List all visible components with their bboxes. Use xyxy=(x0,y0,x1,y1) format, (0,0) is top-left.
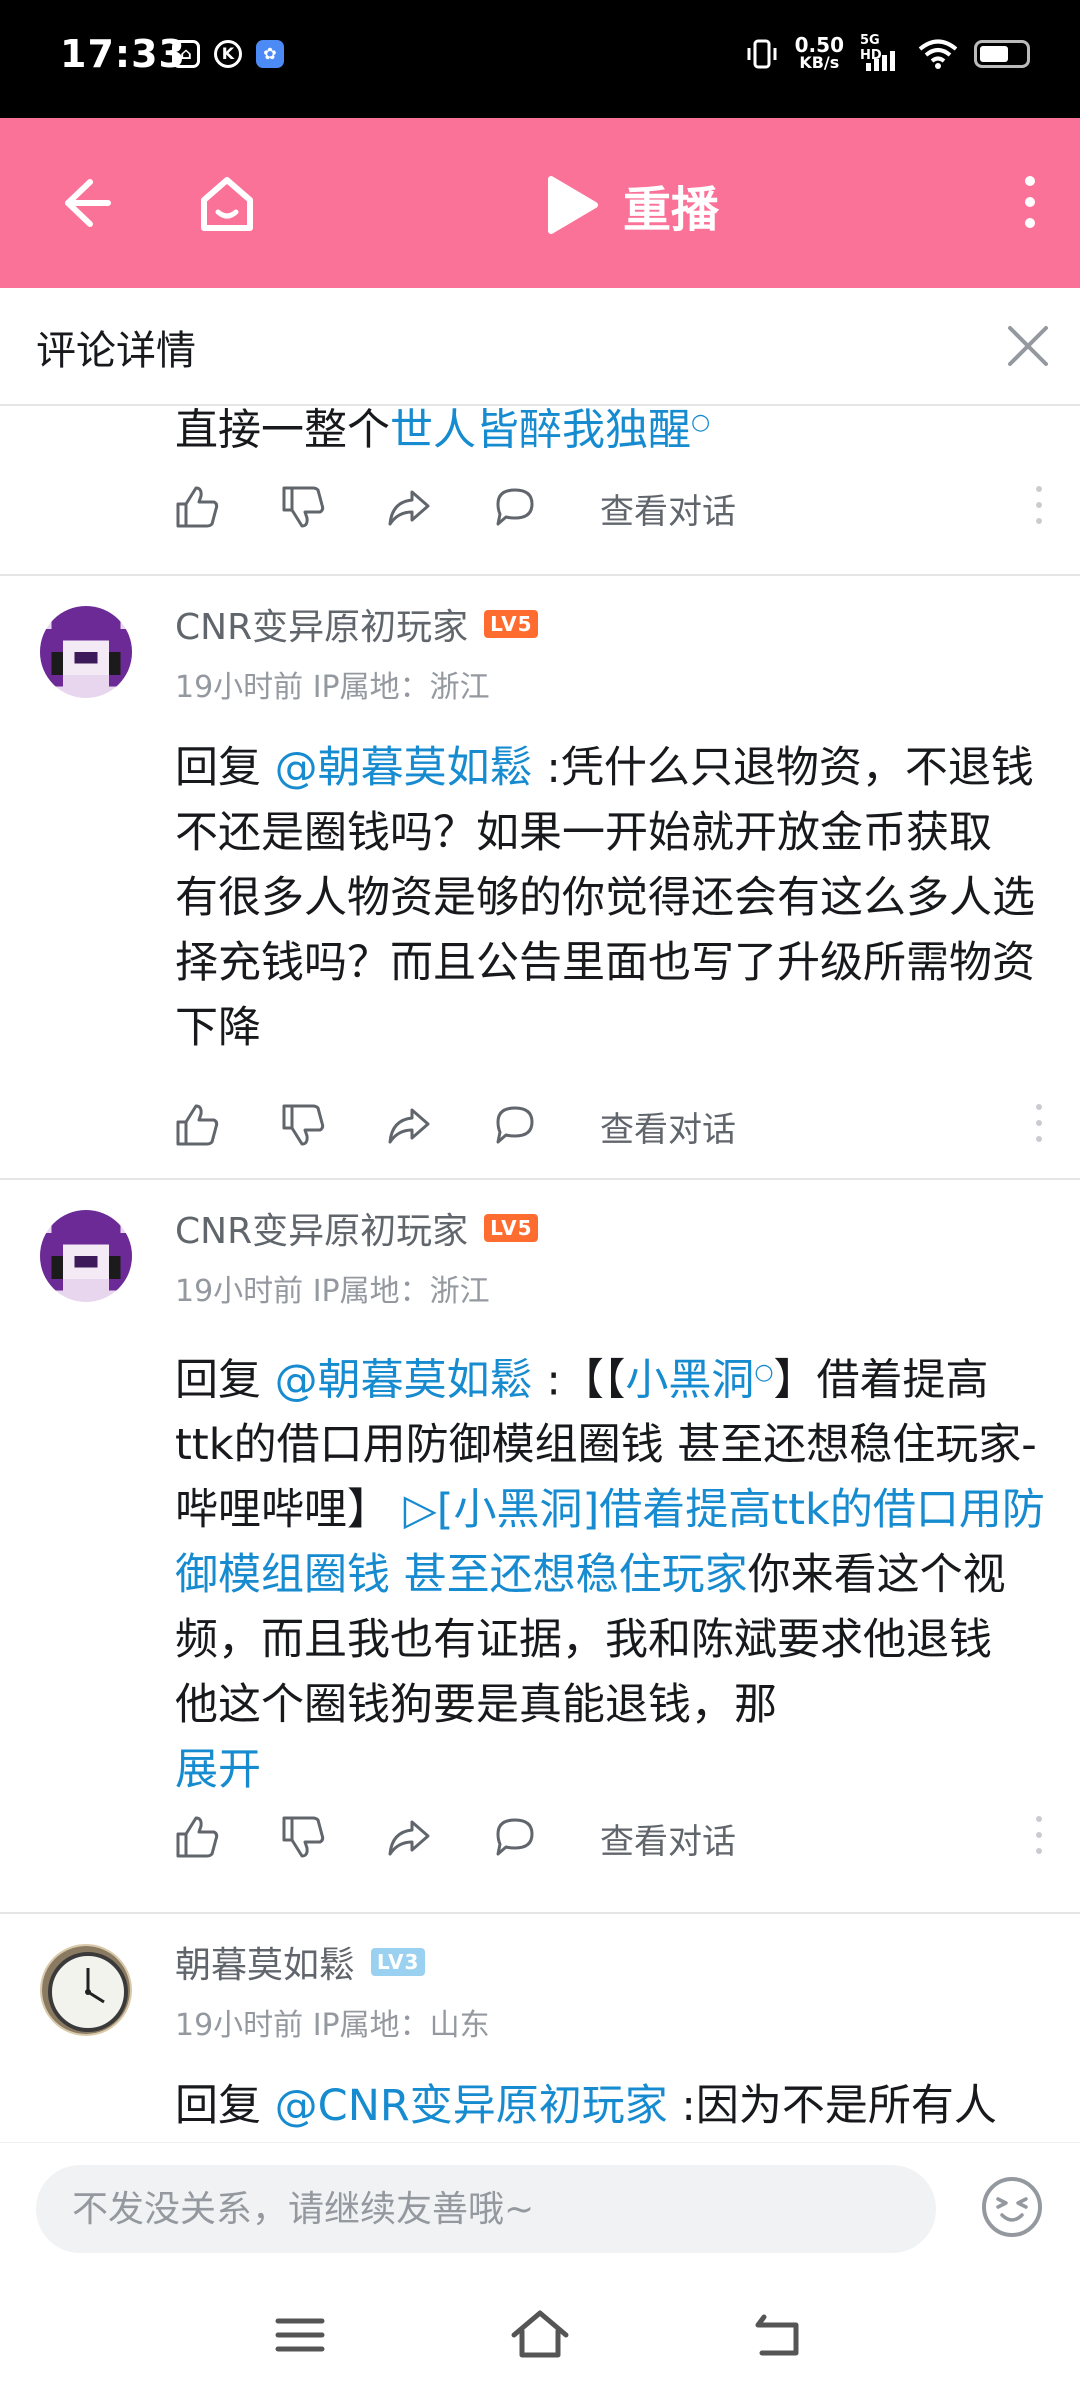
level-badge: LV5 xyxy=(484,610,539,638)
more-options-icon[interactable] xyxy=(1034,486,1044,526)
comment-meta: 19小时前 IP属地：山东 xyxy=(175,2008,490,2043)
comment-actions: 查看对话 xyxy=(172,476,1052,536)
dislike-icon[interactable] xyxy=(278,1812,328,1862)
share-icon[interactable] xyxy=(384,1100,434,1150)
wifi-icon xyxy=(918,39,958,69)
share-icon[interactable] xyxy=(384,1812,434,1862)
search-link[interactable]: 世人皆醉我独醒 xyxy=(390,406,691,455)
view-dialog-button[interactable]: 查看对话 xyxy=(600,1102,736,1151)
like-icon[interactable] xyxy=(172,1812,222,1862)
divider xyxy=(0,574,1080,576)
share-icon[interactable] xyxy=(384,482,434,532)
emoji-icon[interactable] xyxy=(980,2175,1044,2239)
comment-list[interactable]: 直接一整个世人皆醉我独醒○ 查看对话 CNR变异原初玩家 LV5 19小时前 I… xyxy=(0,406,1080,2142)
username[interactable]: CNR变异原初玩家 xyxy=(175,1202,468,1254)
net-speed-value: 0.50 xyxy=(794,33,844,57)
mention-link[interactable]: @CNR变异原初玩家 xyxy=(275,2081,668,2131)
level-badge: LV5 xyxy=(484,1214,539,1242)
avatar[interactable] xyxy=(40,606,132,698)
search-link[interactable]: 小黑洞 xyxy=(625,1355,754,1405)
battery-icon xyxy=(974,40,1030,68)
comment-meta: 19小时前 IP属地：浙江 xyxy=(175,1274,490,1309)
back-icon[interactable] xyxy=(750,2305,810,2365)
vibrate-icon xyxy=(747,39,777,69)
reply-icon[interactable] xyxy=(490,1100,540,1150)
replay-label: 重播 xyxy=(623,182,720,238)
comment-body: 回复 @朝暮莫如鬆 :凭什么只退物资，不退钱不还是圈钱吗？如果一开始就开放金币获… xyxy=(175,736,1045,1061)
comment-actions: 查看对话 xyxy=(172,1806,1052,1866)
comment-meta: 19小时前 IP属地：浙江 xyxy=(175,670,490,705)
menu-icon[interactable] xyxy=(270,2305,330,2365)
comment-body: 回复 @朝暮莫如鬆 :【【小黑洞○】借着提高ttk的借口用防御模组圈钱 甚至还想… xyxy=(175,1340,1045,1803)
status-time: 17:33 xyxy=(60,32,186,76)
comment-actions: 查看对话 xyxy=(172,1094,1052,1154)
comment-body: 直接一整个世人皆醉我独醒○ xyxy=(175,406,1045,463)
level-badge: LV3 xyxy=(371,1948,426,1976)
comment-detail-header: 评论详情 xyxy=(0,288,1080,406)
mention-link[interactable]: @朝暮莫如鬆 xyxy=(275,743,533,793)
back-arrow-icon[interactable] xyxy=(50,168,120,238)
view-dialog-button[interactable]: 查看对话 xyxy=(600,484,736,533)
status-notification-icons: ⌂ K ✿ xyxy=(172,40,284,68)
like-icon[interactable] xyxy=(172,1100,222,1150)
k-icon: K xyxy=(214,40,242,68)
username-row: 朝暮莫如鬆 LV3 xyxy=(175,1936,426,1988)
comment-input[interactable] xyxy=(36,2165,936,2253)
username-row: CNR变异原初玩家 LV5 xyxy=(175,1202,539,1254)
more-options-icon[interactable] xyxy=(1034,1816,1044,1856)
reply-prefix: 回复 xyxy=(175,743,275,793)
avatar[interactable] xyxy=(40,1210,132,1302)
dislike-icon[interactable] xyxy=(278,1100,328,1150)
comment-text: :【【 xyxy=(532,1355,626,1406)
comment-input-bar xyxy=(0,2142,1080,2270)
expand-link[interactable]: 展开 xyxy=(175,1745,261,1795)
more-vertical-icon[interactable] xyxy=(1020,176,1040,232)
baidu-icon: ✿ xyxy=(256,40,284,68)
net-speed: 0.50 KB/s xyxy=(794,33,844,72)
reply-icon[interactable] xyxy=(490,1812,540,1862)
username[interactable]: 朝暮莫如鬆 xyxy=(175,1936,355,1988)
like-icon[interactable] xyxy=(172,482,222,532)
home-icon[interactable] xyxy=(192,168,262,238)
reply-icon[interactable] xyxy=(490,482,540,532)
video-link-icon[interactable]: ▷ xyxy=(404,1485,437,1535)
search-icon: ○ xyxy=(691,410,711,435)
panel-title: 评论详情 xyxy=(36,328,196,374)
replay-button[interactable]: 重播 xyxy=(545,170,719,240)
status-system-icons: 0.50 KB/s 5G HD xyxy=(745,33,1030,72)
play-icon xyxy=(548,176,598,234)
reply-prefix: 回复 xyxy=(175,1355,275,1406)
video-header: 重播 xyxy=(0,118,1080,288)
divider xyxy=(0,1178,1080,1180)
home-outline-icon[interactable] xyxy=(510,2305,570,2365)
tv-icon: ⌂ xyxy=(172,40,200,68)
divider xyxy=(0,1912,1080,1914)
comment-text: :因为不是所有人 xyxy=(667,2081,997,2131)
close-icon[interactable] xyxy=(1000,318,1056,374)
more-options-icon[interactable] xyxy=(1034,1104,1044,1144)
mention-link[interactable]: @朝暮莫如鬆 xyxy=(275,1355,533,1405)
comment-text: 直接一整个 xyxy=(175,406,390,456)
avatar[interactable] xyxy=(40,1944,132,2036)
signal-icon: 5G HD xyxy=(860,33,902,71)
reply-prefix: 回复 xyxy=(175,2081,275,2131)
status-bar: 17:33 ⌂ K ✿ 0.50 KB/s 5G HD xyxy=(0,0,1080,118)
dislike-icon[interactable] xyxy=(278,482,328,532)
system-nav-bar xyxy=(0,2270,1080,2400)
search-icon: ○ xyxy=(754,1360,774,1385)
username-row: CNR变异原初玩家 LV5 xyxy=(175,598,539,650)
net-speed-unit: KB/s xyxy=(799,53,840,72)
username[interactable]: CNR变异原初玩家 xyxy=(175,598,468,650)
comment-body: 回复 @CNR变异原初玩家 :因为不是所有人 xyxy=(175,2074,1045,2139)
view-dialog-button[interactable]: 查看对话 xyxy=(600,1814,736,1863)
